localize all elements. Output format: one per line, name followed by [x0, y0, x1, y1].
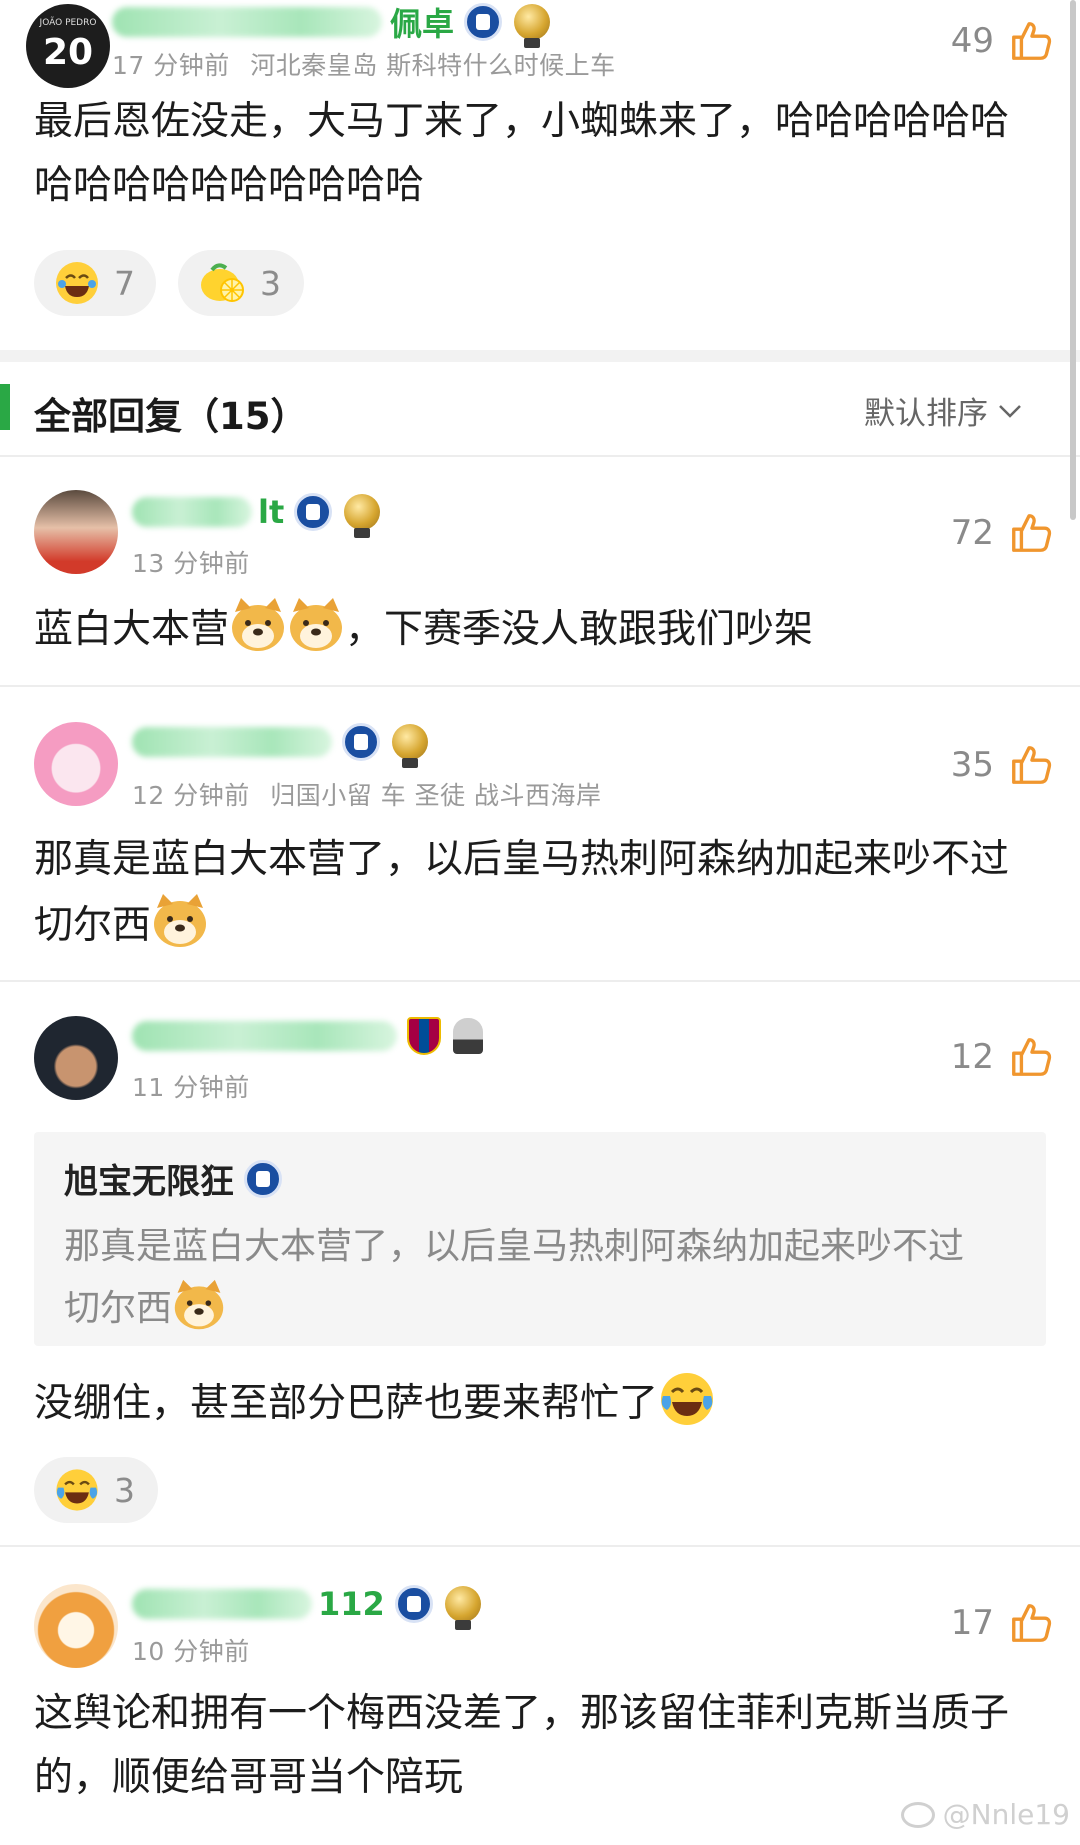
comment-time: 12 分钟前: [132, 781, 250, 810]
chelsea-badge-icon: [464, 3, 503, 41]
like-button[interactable]: 49: [951, 18, 1054, 64]
comment-text: 那真是蓝白大本营了，以后皇马热刺阿森纳加起来吵不过切尔西: [34, 828, 1046, 958]
divider: [0, 980, 1080, 982]
chelsea-badge-icon: [394, 1585, 433, 1623]
barcelona-badge-icon: [407, 1017, 441, 1055]
comment-text: 没绷住，甚至部分巴萨也要来帮忙了: [34, 1370, 1046, 1436]
comment-time: 13 分钟前: [132, 549, 250, 578]
doge-emoji-icon: [154, 894, 207, 947]
reaction-lemon[interactable]: 3: [178, 250, 304, 316]
doge-emoji-icon: [290, 598, 343, 651]
username[interactable]: lt: [132, 492, 381, 538]
chevron-down-icon: [999, 404, 1021, 418]
quoted-username-text: 旭宝无限狂: [64, 1162, 234, 1202]
comment-time: 11 分钟前: [132, 1073, 250, 1102]
chelsea-badge-icon: [342, 723, 380, 761]
username[interactable]: [132, 1016, 483, 1056]
doge-emoji-icon: [174, 1279, 224, 1330]
sort-dropdown[interactable]: 默认排序: [864, 388, 1022, 433]
like-button[interactable]: 35: [951, 742, 1054, 788]
reaction-laugh[interactable]: 7: [34, 250, 156, 316]
thumbs-up-icon: [1012, 514, 1052, 552]
divider: [0, 455, 1080, 457]
comment-meta: 17 分钟前 河北秦皇岛 斯科特什么时候上车: [112, 46, 616, 82]
sort-label: 默认排序: [864, 396, 988, 432]
avatar[interactable]: [34, 490, 118, 574]
comment-location: 河北秦皇岛 斯科特什么时候上车: [250, 51, 616, 80]
comment-meta: 12 分钟前 归国小留 车 圣徒 战斗西海岸: [132, 776, 602, 812]
like-count: 12: [950, 1037, 994, 1077]
section-accent-bar: [0, 384, 10, 430]
section-divider: [0, 350, 1080, 362]
comment-time: 10 分钟前: [132, 1637, 250, 1666]
watermark: @Nnle19: [900, 1798, 1070, 1831]
blurred-name: [132, 727, 332, 757]
comment-text: 这舆论和拥有一个梅西没差了，那该留住菲利克斯当质子的，顺便给哥哥当个陪玩: [34, 1691, 1010, 1800]
comment-text-part: 蓝白大本营: [34, 607, 230, 652]
lemon-emoji-icon: [201, 263, 244, 302]
thumbs-up-icon: [1012, 746, 1052, 784]
avatar-caption: JOÃO PEDRO: [39, 18, 97, 28]
chelsea-badge-icon: [244, 1159, 282, 1198]
comment-text-part: 没绷住，甚至部分巴萨也要来帮忙了: [34, 1381, 659, 1426]
gold-medal-icon: [444, 1586, 481, 1630]
username-suffix: 112: [318, 1585, 385, 1623]
comment-time: 17 分钟前: [112, 51, 230, 80]
avatar[interactable]: [34, 1584, 118, 1668]
like-count: 35: [950, 745, 994, 785]
gold-medal-icon: [514, 4, 551, 48]
chelsea-badge-icon: [294, 493, 333, 531]
like-button[interactable]: 12: [951, 1034, 1054, 1080]
like-count: 17: [950, 1603, 994, 1643]
avatar[interactable]: [34, 1016, 118, 1100]
scrollbar[interactable]: [1070, 0, 1076, 520]
username[interactable]: 112: [132, 1584, 481, 1630]
quoted-reply[interactable]: 旭宝无限狂 那真是蓝白大本营了，以后皇马热刺阿森纳加起来吵不过切尔西: [34, 1132, 1046, 1346]
comment-location: 归国小留 车 圣徒 战斗西海岸: [270, 781, 602, 810]
gold-medal-icon: [392, 724, 428, 768]
blurred-name: [132, 1021, 397, 1051]
reaction-count: 3: [114, 1470, 135, 1510]
quoted-username[interactable]: 旭宝无限狂: [64, 1154, 282, 1203]
comment-text: 最后恩佐没走，大马丁来了，小蜘蛛来了，哈哈哈哈哈哈哈哈哈哈哈哈哈哈哈哈: [34, 99, 1010, 208]
trophy-icon: [453, 1018, 483, 1054]
username-suffix: lt: [258, 493, 285, 531]
thumbs-up-icon: [1012, 1038, 1052, 1076]
avatar-number: 20: [42, 32, 94, 73]
avatar[interactable]: [34, 722, 118, 806]
weibo-icon: [900, 1801, 935, 1828]
divider: [0, 685, 1080, 687]
like-button[interactable]: 17: [951, 1600, 1054, 1646]
reaction-count: 3: [260, 263, 281, 303]
comment-text: 蓝白大本营 ，下赛季没人敢跟我们吵架: [34, 596, 1046, 662]
crying-laugh-emoji-icon: [56, 1469, 98, 1511]
thumbs-up-icon: [1012, 1604, 1052, 1642]
avatar[interactable]: JOÃO PEDRO 20: [26, 4, 110, 88]
reaction-count: 7: [114, 263, 135, 303]
blurred-name: [112, 7, 382, 37]
quoted-text: 那真是蓝白大本营了，以后皇马热刺阿森纳加起来吵不过切尔西: [64, 1216, 996, 1340]
doge-emoji-icon: [232, 598, 285, 651]
username-suffix: 佩卓: [390, 5, 455, 43]
blurred-name: [132, 497, 252, 527]
section-title: 全部回复（15）: [34, 395, 308, 438]
laughing-emoji-icon: [56, 262, 98, 304]
reaction-laugh[interactable]: 3: [34, 1457, 158, 1523]
crying-laugh-emoji-icon: [661, 1373, 714, 1425]
username[interactable]: 佩卓: [112, 2, 551, 48]
divider: [0, 1545, 1080, 1547]
watermark-text: @Nnle19: [942, 1798, 1070, 1831]
like-count: 49: [950, 21, 994, 61]
thumbs-up-icon: [1012, 22, 1052, 60]
comment-text-part: ，下赛季没人敢跟我们吵架: [345, 607, 814, 652]
blurred-name: [132, 1589, 312, 1619]
like-count: 72: [950, 513, 994, 553]
username[interactable]: [132, 722, 428, 768]
like-button[interactable]: 72: [951, 510, 1054, 556]
gold-medal-icon: [344, 494, 381, 538]
